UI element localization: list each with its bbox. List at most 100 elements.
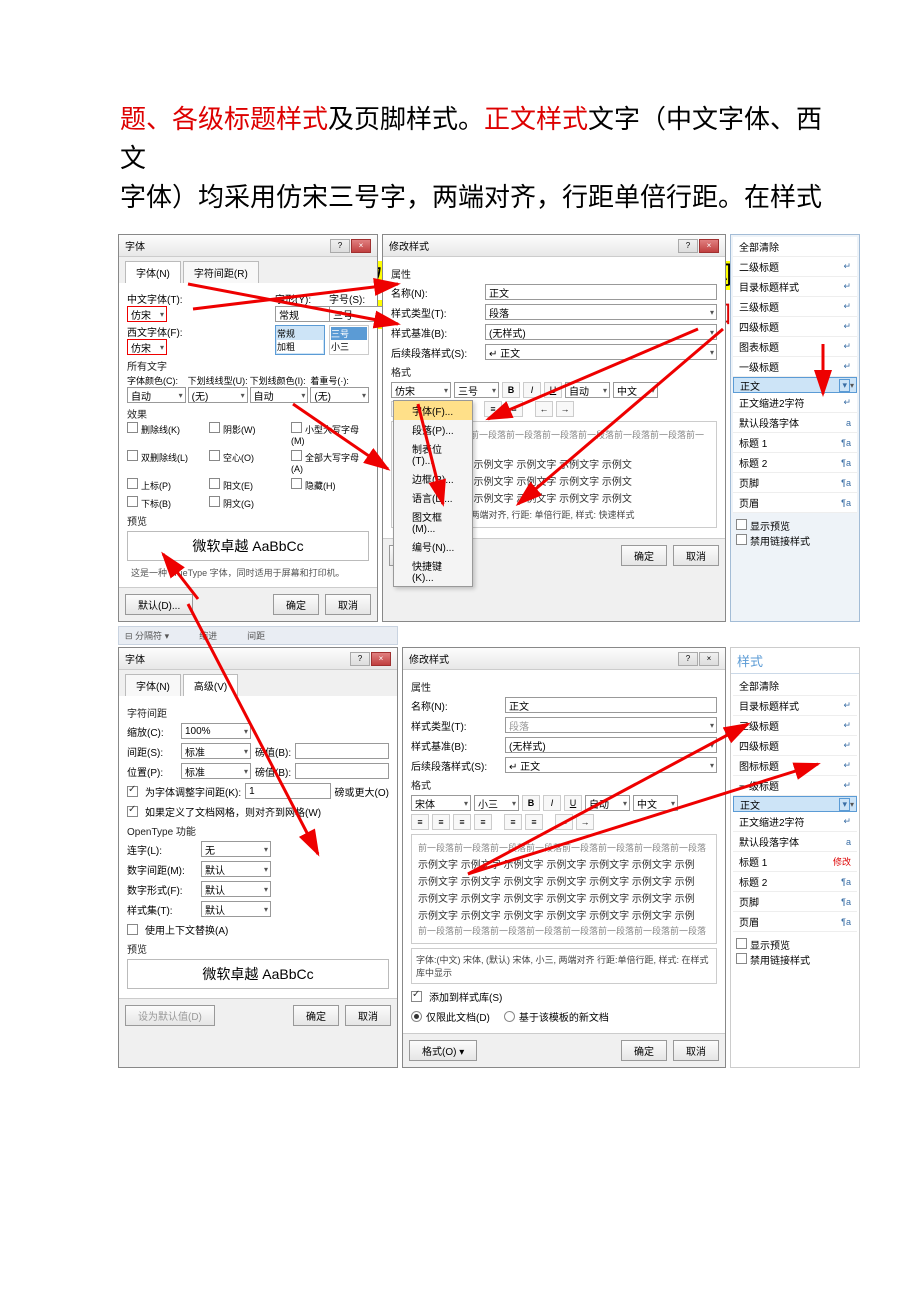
menu-tabstop[interactable]: 制表位(T)... bbox=[394, 439, 472, 469]
indent-icon[interactable]: ← bbox=[555, 814, 573, 830]
close-icon[interactable]: × bbox=[699, 239, 719, 253]
style-item[interactable]: 标题 2¶a bbox=[733, 872, 857, 892]
style-item[interactable]: 一级标题↵ bbox=[733, 776, 857, 796]
sub-check[interactable]: 下标(B) bbox=[127, 496, 205, 510]
style-item[interactable]: 正文缩进2字符↵ bbox=[733, 393, 857, 413]
style-item-selected[interactable]: 正文▾ bbox=[733, 377, 857, 393]
align-center-icon[interactable]: ≡ bbox=[432, 814, 450, 830]
style-item[interactable]: 图表标题↵ bbox=[733, 337, 857, 357]
underline-color-select[interactable]: 自动 bbox=[250, 387, 309, 403]
menu-numbering[interactable]: 编号(N)... bbox=[394, 537, 472, 556]
spacing-select[interactable]: 标准 bbox=[181, 743, 251, 759]
numform-select[interactable]: 默认 bbox=[201, 881, 271, 897]
kerning-value-input[interactable] bbox=[245, 783, 330, 799]
style-item[interactable]: 页脚¶a bbox=[733, 473, 857, 493]
disable-link-check[interactable]: 禁用链接样式 bbox=[736, 956, 810, 967]
hidden-check[interactable]: 隐藏(H) bbox=[291, 478, 369, 492]
outline-check[interactable]: 空心(O) bbox=[209, 450, 287, 474]
close-icon[interactable]: × bbox=[699, 652, 719, 666]
help-icon[interactable]: ? bbox=[330, 239, 350, 253]
fmt-lang-select[interactable]: 中文 bbox=[613, 382, 658, 398]
disable-link-check[interactable]: 禁用链接样式 bbox=[736, 537, 810, 548]
allcaps-check[interactable]: 全部大写字母(A) bbox=[291, 450, 369, 474]
style-item[interactable]: 全部清除 bbox=[733, 237, 857, 257]
tab-font[interactable]: 字体(N) bbox=[125, 261, 181, 283]
italic-icon[interactable]: I bbox=[523, 382, 541, 398]
style-item[interactable]: 三级标题↵ bbox=[733, 297, 857, 317]
underline-icon[interactable]: U bbox=[544, 382, 562, 398]
style-next-select[interactable]: ↵ 正文 bbox=[485, 344, 717, 360]
style-item[interactable]: 四级标题↵ bbox=[733, 317, 857, 337]
cancel-button[interactable]: 取消 bbox=[325, 594, 371, 615]
format-menu-button[interactable]: 格式(O) ▾ bbox=[409, 1040, 477, 1061]
style-name-input[interactable] bbox=[505, 697, 717, 713]
default-button[interactable]: 默认(D)... bbox=[125, 594, 193, 615]
context-check[interactable] bbox=[127, 924, 138, 935]
help-icon[interactable]: ? bbox=[678, 652, 698, 666]
engrave-check[interactable]: 阴文(G) bbox=[209, 496, 287, 510]
close-icon[interactable]: × bbox=[371, 652, 391, 666]
style-item[interactable]: 默认段落字体a bbox=[733, 413, 857, 433]
default-button[interactable]: 设为默认值(D) bbox=[125, 1005, 215, 1026]
fmt-size-select[interactable]: 三号 bbox=[454, 382, 499, 398]
style-item-selected[interactable]: 正文▾ bbox=[733, 796, 857, 812]
style-item[interactable]: 图标标题↵ bbox=[733, 756, 857, 776]
style-item[interactable]: 页脚¶a bbox=[733, 892, 857, 912]
tab-advanced[interactable]: 高级(V) bbox=[183, 674, 238, 696]
style-next-select[interactable]: ↵ 正文 bbox=[505, 757, 717, 773]
underline-select[interactable]: (无) bbox=[188, 387, 248, 403]
style-item[interactable]: 一级标题↵ bbox=[733, 357, 857, 377]
emphasis-select[interactable]: (无) bbox=[310, 387, 369, 403]
position-select[interactable]: 标准 bbox=[181, 763, 251, 779]
styleset-select[interactable]: 默认 bbox=[201, 901, 271, 917]
cancel-button[interactable]: 取消 bbox=[345, 1005, 391, 1026]
ligature-select[interactable]: 无 bbox=[201, 841, 271, 857]
style-type-select[interactable]: 段落 bbox=[505, 717, 717, 733]
line-sp-icon[interactable]: ≡ bbox=[504, 814, 522, 830]
show-preview-check[interactable]: 显示预览 bbox=[736, 941, 790, 952]
font-color-select[interactable]: 自动 bbox=[127, 387, 186, 403]
tab-font[interactable]: 字体(N) bbox=[125, 674, 181, 696]
menu-frame[interactable]: 图文框(M)... bbox=[394, 507, 472, 537]
menu-paragraph[interactable]: 段落(P)... bbox=[394, 420, 472, 439]
help-icon[interactable]: ? bbox=[350, 652, 370, 666]
menu-language[interactable]: 语言(L)... bbox=[394, 488, 472, 507]
bold-icon[interactable]: B bbox=[522, 795, 540, 811]
style-item[interactable]: 四级标题↵ bbox=[733, 736, 857, 756]
style-base-select[interactable]: (无样式) bbox=[505, 737, 717, 753]
shadow-check[interactable]: 阴影(W) bbox=[209, 422, 287, 446]
style-listbox[interactable]: 常规加粗 bbox=[275, 325, 325, 355]
cancel-button[interactable]: 取消 bbox=[673, 545, 719, 566]
indent-inc-icon[interactable]: → bbox=[556, 401, 574, 417]
style-item[interactable]: 页眉¶a bbox=[733, 493, 857, 513]
show-preview-check[interactable]: 显示预览 bbox=[736, 522, 790, 533]
fmt-color-select[interactable]: 自动 bbox=[585, 795, 630, 811]
help-icon[interactable]: ? bbox=[678, 239, 698, 253]
align-left-icon[interactable]: ≡ bbox=[411, 814, 429, 830]
position-value-input[interactable] bbox=[295, 763, 389, 779]
fmt-font-select[interactable]: 宋体 bbox=[411, 795, 471, 811]
style-item[interactable]: 正文缩进2字符↵ bbox=[733, 812, 857, 832]
indent-dec-icon[interactable]: ← bbox=[535, 401, 553, 417]
tab-spacing[interactable]: 字符间距(R) bbox=[183, 261, 259, 283]
add-to-lib-check[interactable] bbox=[411, 991, 422, 1002]
bold-icon[interactable]: B bbox=[502, 382, 520, 398]
ok-button[interactable]: 确定 bbox=[273, 594, 319, 615]
align-justify-icon[interactable]: ≡ bbox=[474, 814, 492, 830]
fmt-size-select[interactable]: 小三 bbox=[474, 795, 519, 811]
chinese-font-select[interactable]: 仿宋 bbox=[127, 306, 167, 322]
size-listbox[interactable]: 三号小三 bbox=[329, 325, 369, 355]
style-item[interactable]: 标题 1修改 bbox=[733, 852, 857, 872]
menu-shortcut[interactable]: 快捷键(K)... bbox=[394, 556, 472, 586]
fmt-lang-select[interactable]: 中文 bbox=[633, 795, 678, 811]
numspacing-select[interactable]: 默认 bbox=[201, 861, 271, 877]
menu-font[interactable]: 字体(F)... bbox=[394, 401, 472, 420]
style-base-select[interactable]: (无样式) bbox=[485, 324, 717, 340]
smallcaps-check[interactable]: 小型大写字母(M) bbox=[291, 422, 369, 446]
dstrike-check[interactable]: 双删除线(L) bbox=[127, 450, 205, 474]
super-check[interactable]: 上标(P) bbox=[127, 478, 205, 492]
fmt-color-select[interactable]: 自动 bbox=[565, 382, 610, 398]
snap-grid-check[interactable] bbox=[127, 806, 138, 817]
ok-button[interactable]: 确定 bbox=[293, 1005, 339, 1026]
close-icon[interactable]: × bbox=[351, 239, 371, 253]
